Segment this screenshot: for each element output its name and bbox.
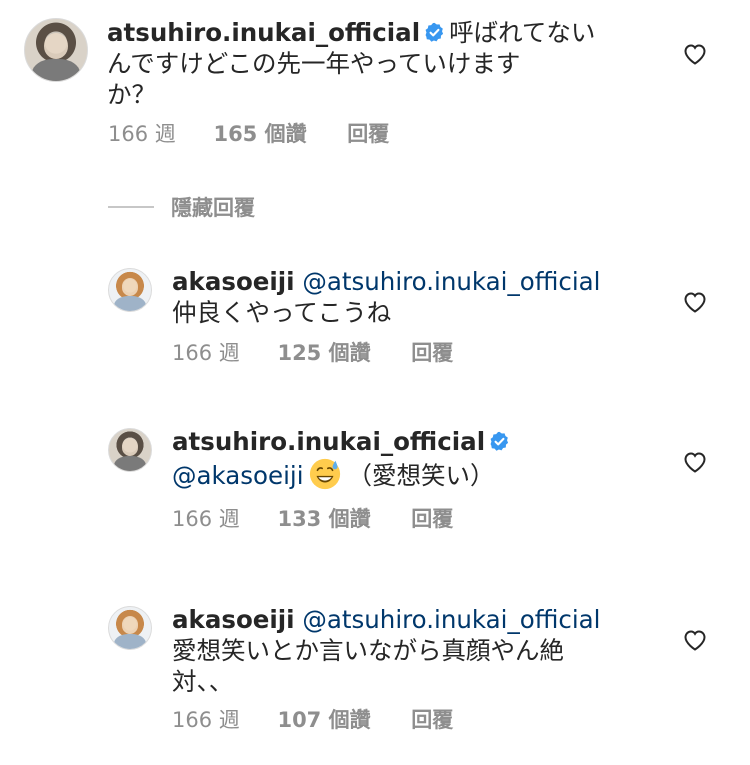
verified-badge-icon <box>425 22 444 42</box>
comment-meta: 166 週 133 個讚 回覆 <box>172 506 453 532</box>
reply-button[interactable]: 回覆 <box>411 340 453 366</box>
comments-thread: atsuhiro.inukai_official 呼ばれてない んですけどこの先一… <box>0 0 750 765</box>
comment-time: 166 週 <box>172 341 240 365</box>
heart-outline-icon[interactable] <box>683 629 707 651</box>
comment-time: 166 週 <box>108 122 176 146</box>
comment-meta: 166 週 165 個讚 回覆 <box>108 121 389 147</box>
comment-text: akasoeiji @atsuhiro.inukai_official 仲良くや… <box>172 266 652 328</box>
comment-body-line1: 愛想笑いとか言いながら真顔やん絶 <box>172 636 564 665</box>
heart-outline-icon[interactable] <box>683 291 707 313</box>
mention-link[interactable]: @atsuhiro.inukai_official <box>302 267 600 296</box>
avatar-body-shape <box>114 455 146 471</box>
comment-likes[interactable]: 125 個讚 <box>277 340 370 366</box>
avatar-face-shape <box>121 616 139 634</box>
reply-button[interactable]: 回覆 <box>411 707 453 733</box>
reply-button[interactable]: 回覆 <box>411 506 453 532</box>
comment-text: atsuhiro.inukai_official @akasoeiji （愛想笑… <box>172 426 652 491</box>
avatar[interactable] <box>108 268 152 312</box>
comment-body-line1: （愛想笑い） <box>347 461 495 490</box>
comment-likes[interactable]: 133 個讚 <box>277 506 370 532</box>
comment-username[interactable]: atsuhiro.inukai_official <box>172 427 485 456</box>
avatar[interactable] <box>108 428 152 472</box>
avatar-body-shape <box>114 633 146 649</box>
comment-time: 166 週 <box>172 507 240 531</box>
avatar[interactable] <box>108 606 152 650</box>
comment-meta: 166 週 107 個讚 回覆 <box>172 707 453 733</box>
comment-body-line1: 仲良くやってこうね <box>172 298 392 327</box>
hide-replies-label: 隱藏回覆 <box>171 196 255 220</box>
mention-link[interactable]: @atsuhiro.inukai_official <box>302 605 600 634</box>
comment-body-line2: 対、、 <box>172 667 234 696</box>
avatar-face-shape <box>121 438 139 456</box>
avatar-face-shape <box>121 278 139 296</box>
avatar-face-shape <box>43 32 69 59</box>
comment-username[interactable]: atsuhiro.inukai_official <box>107 18 420 47</box>
avatar-body-shape <box>32 58 80 81</box>
comment-username[interactable]: akasoeiji <box>172 605 295 634</box>
comment-text: atsuhiro.inukai_official 呼ばれてない んですけどこの先一… <box>107 17 647 110</box>
divider-line <box>108 206 154 208</box>
comment-time: 166 週 <box>172 708 240 732</box>
comment-body-line1: 呼ばれてない <box>449 18 596 47</box>
comment-likes[interactable]: 107 個讚 <box>277 707 370 733</box>
verified-badge-icon <box>490 431 509 451</box>
comment-likes[interactable]: 165 個讚 <box>213 121 306 147</box>
avatar-body-shape <box>114 295 146 311</box>
comment-username[interactable]: akasoeiji <box>172 267 295 296</box>
mention-link[interactable]: @akasoeiji <box>172 461 304 490</box>
sweat-smile-emoji-icon <box>309 458 340 490</box>
comment-meta: 166 週 125 個讚 回覆 <box>172 340 453 366</box>
heart-outline-icon[interactable] <box>683 43 707 65</box>
hide-replies-toggle[interactable]: 隱藏回覆 <box>108 194 255 220</box>
comment-text: akasoeiji @atsuhiro.inukai_official 愛想笑い… <box>172 604 652 697</box>
reply-button[interactable]: 回覆 <box>347 121 389 147</box>
avatar[interactable] <box>24 18 88 82</box>
heart-outline-icon[interactable] <box>683 451 707 473</box>
comment-body-line3: か？ <box>107 80 156 109</box>
comment-body-line2: んですけどこの先一年やっていけます <box>107 49 521 78</box>
